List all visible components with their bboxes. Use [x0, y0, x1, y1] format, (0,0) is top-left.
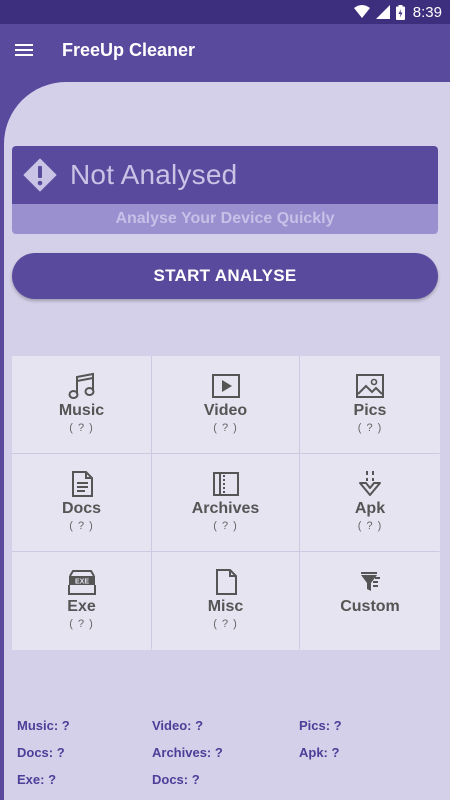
- category-tile-docs[interactable]: Docs ( ? ): [12, 454, 151, 551]
- category-label: Pics: [353, 402, 387, 419]
- summary-apk: Apk: ?: [299, 745, 340, 760]
- summary-row: Docs: ? Archives: ? Apk: ?: [17, 739, 437, 766]
- document-icon: [71, 471, 93, 497]
- status-title: Not Analysed: [70, 159, 238, 190]
- category-count: ( ? ): [213, 618, 238, 630]
- category-label: Custom: [340, 598, 400, 615]
- category-tile-custom[interactable]: Custom: [300, 552, 440, 650]
- summary-video: Video: ?: [152, 718, 204, 733]
- category-label: Archives: [191, 500, 260, 517]
- exe-file-icon: EXE: [67, 570, 96, 595]
- category-grid: Music ( ? ) Video ( ? ) Pics ( ? ) Docs …: [12, 356, 440, 650]
- summary-section: Music: ? Video: ? Pics: ? Docs: ? Archiv…: [17, 712, 437, 793]
- filter-icon: [361, 572, 380, 591]
- category-tile-video[interactable]: Video ( ? ): [152, 356, 299, 453]
- status-subtitle: Analyse Your Device Quickly: [12, 204, 438, 234]
- category-count: ( ? ): [69, 618, 94, 630]
- summary-row: Exe: ? Docs: ?: [17, 766, 437, 793]
- category-count: ( ? ): [213, 520, 238, 532]
- category-tile-exe[interactable]: EXE Exe ( ? ): [12, 552, 151, 650]
- category-tile-misc[interactable]: Misc ( ? ): [152, 552, 299, 650]
- status-icons: [353, 4, 405, 20]
- app-bar: FreeUp Cleaner: [0, 24, 450, 76]
- play-video-icon: [211, 374, 240, 398]
- summary-exe: Exe: ?: [17, 772, 57, 787]
- category-label: Exe: [67, 598, 96, 615]
- apk-download-icon: [359, 471, 381, 496]
- category-label: Music: [58, 402, 105, 419]
- category-label: Apk: [354, 500, 386, 517]
- signal-icon: [375, 5, 390, 19]
- analysis-status-card: Not Analysed Analyse Your Device Quickly: [12, 146, 438, 234]
- category-tile-archives[interactable]: Archives ( ? ): [152, 454, 299, 551]
- summary-row: Music: ? Video: ? Pics: ?: [17, 712, 437, 739]
- app-title: FreeUp Cleaner: [62, 39, 196, 60]
- category-count: ( ? ): [357, 520, 383, 532]
- start-analyse-button[interactable]: START ANALYSE: [12, 253, 438, 299]
- music-note-icon: [68, 372, 94, 399]
- category-count: ( ? ): [69, 520, 94, 532]
- status-bar: 8:39: [0, 0, 450, 24]
- warning-icon: [16, 146, 64, 204]
- hamburger-menu-icon[interactable]: [0, 24, 52, 76]
- summary-pics: Pics: ?: [299, 718, 342, 733]
- status-header: Not Analysed: [12, 146, 438, 204]
- category-tile-pics[interactable]: Pics ( ? ): [300, 356, 440, 453]
- category-count: ( ? ): [69, 422, 94, 434]
- category-tile-apk[interactable]: Apk ( ? ): [300, 454, 440, 551]
- wifi-icon: [353, 5, 370, 18]
- category-tile-music[interactable]: Music ( ? ): [12, 356, 151, 453]
- category-count: ( ? ): [357, 422, 383, 434]
- archive-icon: [212, 472, 239, 496]
- summary-docs: Docs: ?: [17, 745, 65, 760]
- category-label: Misc: [207, 598, 244, 615]
- summary-archives: Archives: ?: [152, 745, 223, 760]
- category-count: ( ? ): [213, 422, 238, 434]
- summary-misc-docs: Docs: ?: [152, 772, 200, 787]
- category-label: Docs: [61, 500, 102, 517]
- blank-file-icon: [215, 569, 237, 595]
- svg-text:EXE: EXE: [74, 579, 88, 586]
- battery-icon: [395, 4, 405, 20]
- status-time: 8:39: [412, 3, 442, 21]
- image-icon: [356, 374, 384, 398]
- summary-music: Music: ?: [17, 718, 70, 733]
- category-label: Video: [203, 402, 248, 419]
